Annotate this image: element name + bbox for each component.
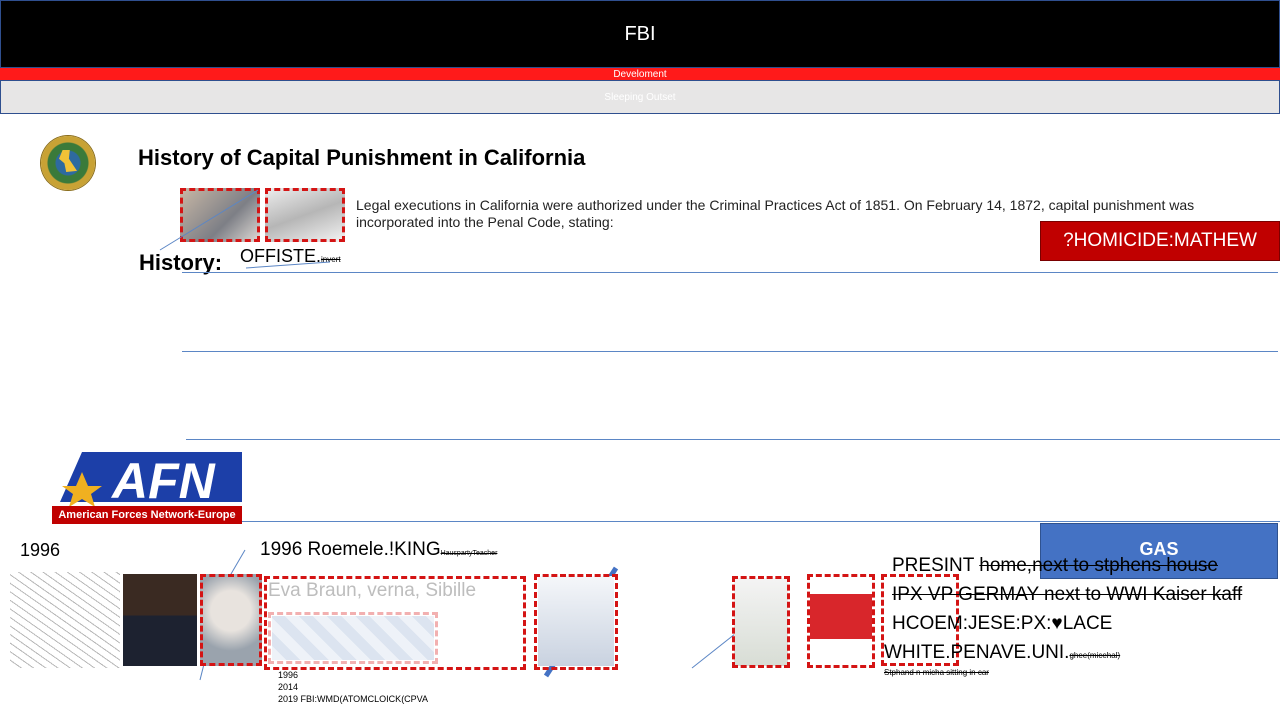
note-line5: Stphand n micha sitting in car xyxy=(884,668,989,677)
notes-block: PRESINT home,next to stphens house IPX V… xyxy=(884,551,1242,670)
afn-letters: AFN xyxy=(110,453,216,508)
afn-logo: AFN American Forces Network-Europe xyxy=(52,450,242,524)
red-dashed-frame xyxy=(732,576,790,668)
afn-tagline: American Forces Network-Europe xyxy=(52,506,242,524)
years-list: 1996 2014 2019 FBI:WMD(ATOMCLOICK(CPVA xyxy=(278,669,428,705)
red-dashed-frame xyxy=(534,574,618,670)
years-list-item: 2019 FBI:WMD(ATOMCLOICK(CPVA xyxy=(278,694,429,704)
note-line: HCOEM:JESE:PX:♥LACE xyxy=(884,609,1242,638)
note-line: WHITE.PENAVE.UNI.ghee(micehal) xyxy=(884,638,1242,670)
note-line1-a: PRESINT xyxy=(892,555,980,576)
afn-logo-mark: AFN xyxy=(60,452,242,508)
note-line: PRESINT home,next to stphens house xyxy=(884,551,1242,580)
note-line3: HCOEM:JESE:PX:♥LACE xyxy=(892,613,1113,634)
faded-image xyxy=(272,616,434,660)
note-line2: IPX VP GERMAY next to WWI Kaiser kaff xyxy=(892,584,1243,605)
map-image xyxy=(10,572,120,668)
red-dashed-frame xyxy=(807,574,875,668)
note-line1-b: home,next to stphens house xyxy=(979,555,1218,576)
roemele-small: HauspartyTeacher xyxy=(440,550,498,557)
roemele-main: 1996 Roemele.!KING xyxy=(260,539,441,560)
years-list-item: 2014 xyxy=(278,682,299,692)
note-line: IPX VP GERMAY next to WWI Kaiser kaff xyxy=(884,580,1242,609)
red-dashed-frame xyxy=(200,574,262,666)
roemele-text: 1996 Roemele.!KINGHauspartyTeacher xyxy=(260,539,497,561)
year-label: 1996 xyxy=(20,540,61,560)
note-line4: WHITE.PENAVE.UNI. xyxy=(884,642,1070,663)
eva-names: Eva Braun, verna, Sibille xyxy=(268,580,477,601)
years-list-item: 1996 xyxy=(278,670,299,680)
officer-photo xyxy=(123,574,197,666)
note-line4-small: ghee(micehal) xyxy=(1069,651,1121,660)
